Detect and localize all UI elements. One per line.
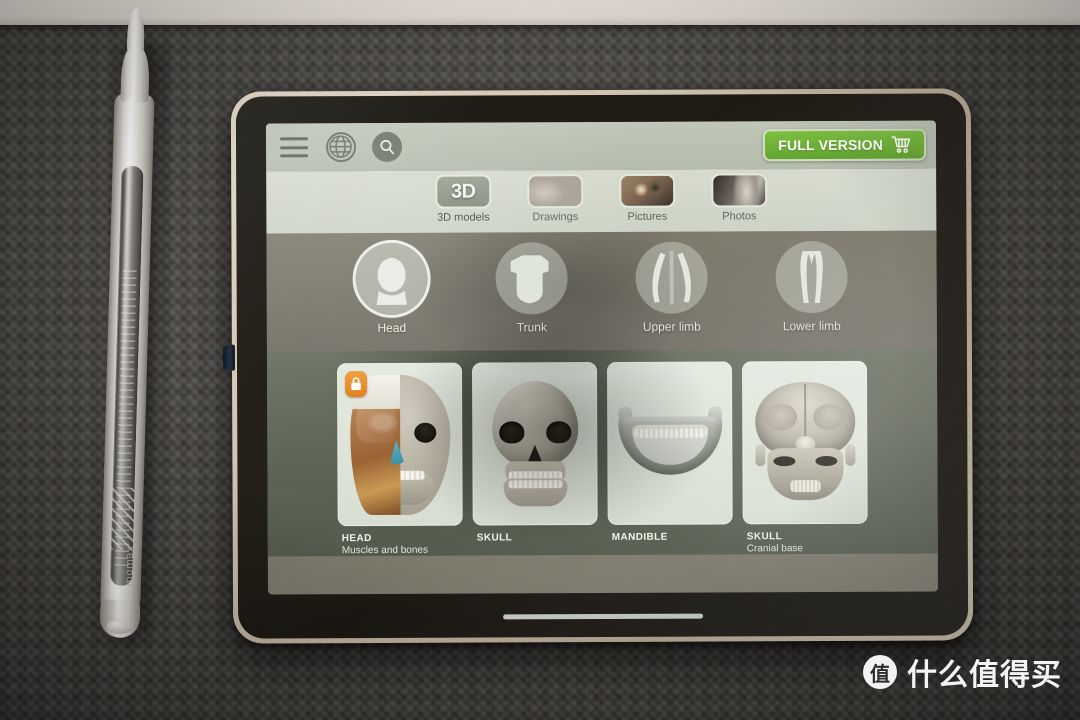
- watermark-badge: 值: [863, 655, 897, 689]
- scene-vignette: [0, 0, 1080, 720]
- watermark-text: 什么值得买: [907, 658, 1062, 693]
- watermark: 值 什么值得买: [863, 650, 1062, 694]
- photo-scene: momax: [0, 0, 1080, 720]
